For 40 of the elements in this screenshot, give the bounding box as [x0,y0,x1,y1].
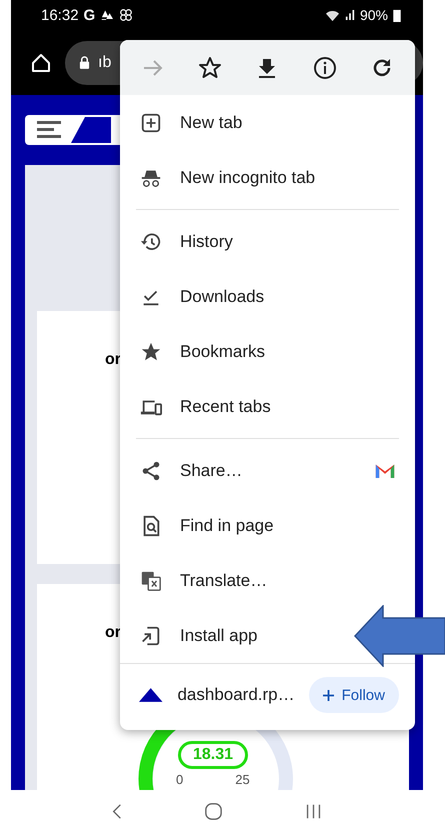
recent-apps-icon[interactable] [304,803,322,820]
back-icon[interactable] [112,803,122,820]
battery-icon [393,8,401,22]
new-tab-icon [140,112,162,134]
gauge-reading: 18.31 [178,741,248,769]
menu-item[interactable]: New incognito tab [120,150,336,205]
site-logo-icon [138,687,164,703]
menu-item[interactable]: Translate… [120,553,288,608]
mail-icon[interactable] [375,463,395,478]
lock-icon [79,56,90,69]
plus-icon [322,690,334,700]
app-notification: G [84,6,96,24]
gauge-tick-label: 0 [176,772,184,787]
info-icon[interactable] [312,56,337,80]
star-icon [140,340,162,362]
menu-item[interactable]: History [120,214,253,269]
status-time: 16:32 [41,6,79,24]
logo-icon [71,115,111,145]
wifi-icon [324,8,340,22]
menu-item[interactable]: Find in page [120,498,294,553]
site-name: dashboard.rp… [177,685,295,705]
menu-item[interactable]: Recent tabs [120,379,291,434]
star-icon[interactable] [198,56,222,80]
menu-item[interactable]: Downloads [120,269,284,324]
menu-item[interactable]: Install app [120,608,278,663]
share-icon [140,460,162,482]
menu-item[interactable]: Share… [120,443,415,498]
card-title: or [105,624,121,642]
signal-icon [344,9,355,21]
install-app-icon [140,624,162,646]
card-title: or [105,351,121,369]
url-text: ıb [98,54,112,72]
gauge-tick-label: 25 [235,772,250,787]
battery-percent: 90% [360,7,388,23]
follow-button[interactable]: Follow [308,677,399,713]
menu-icon[interactable] [37,121,61,139]
translate-icon [140,570,162,592]
menu-item[interactable]: New tab [120,95,262,150]
menu-item[interactable]: Bookmarks [120,324,286,379]
history-icon [140,230,162,252]
